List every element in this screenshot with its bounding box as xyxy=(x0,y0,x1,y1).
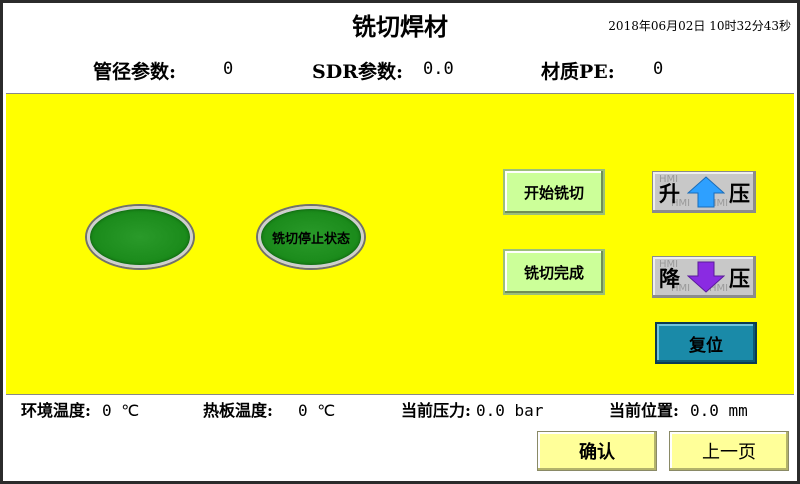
material-value: 0 xyxy=(653,59,664,79)
milling-status-lamp: 铣切停止状态 xyxy=(258,206,364,268)
lower-pressure-label: 压 xyxy=(729,266,750,291)
plate-temp-label: 热板温度: xyxy=(203,401,273,420)
sdr-value: 0.0 xyxy=(423,59,454,79)
milling-status-label: 铣切停止状态 xyxy=(271,231,350,247)
plate-temp-value: 0 ℃ xyxy=(298,401,336,420)
pressure-readout: 当前压力: 0.0 bar xyxy=(401,397,543,421)
position-label: 当前位置: xyxy=(609,401,679,420)
env-temp-value: 0 ℃ xyxy=(102,401,140,420)
confirm-label: 确认 xyxy=(579,442,615,463)
arrow-up-icon xyxy=(687,176,725,208)
pipe-diameter-value: 0 xyxy=(223,59,234,79)
pressure-value: 0.0 bar xyxy=(476,401,544,420)
lower-pressure-button[interactable]: HMI HMI HMI 降 压 xyxy=(652,256,756,298)
position-value: 0.0 mm xyxy=(690,401,748,420)
hmi-screen: 铣切焊材 2018年06月02日 10时32分43秒 管径参数: 0 SDR参数… xyxy=(3,3,797,481)
sdr-label: SDR参数: xyxy=(312,61,404,83)
lower-label: 降 xyxy=(659,266,680,291)
datetime-display: 2018年06月02日 10时32分43秒 xyxy=(608,19,791,33)
raise-pressure-label: 压 xyxy=(729,181,750,206)
raise-pressure-button[interactable]: HMI HMI HMI 升 压 xyxy=(652,171,756,213)
start-milling-button[interactable]: 开始铣切 xyxy=(503,169,605,215)
pressure-label: 当前压力: xyxy=(401,401,471,420)
reset-button[interactable]: 复位 xyxy=(655,322,757,364)
raise-label: 升 xyxy=(659,181,680,206)
env-temp-label: 环境温度: xyxy=(21,401,91,420)
material-label: 材质PE: xyxy=(541,61,615,83)
milling-done-button[interactable]: 铣切完成 xyxy=(503,249,605,295)
pipe-diameter-label: 管径参数: xyxy=(93,61,177,83)
previous-page-button[interactable]: 上一页 xyxy=(669,431,789,471)
control-panel: 铣切停止状态 开始铣切 铣切完成 HMI HMI HMI 升 压 HMI HMI… xyxy=(6,93,794,395)
env-temp-readout: 环境温度: 0 ℃ xyxy=(21,397,139,421)
plate-temp-readout: 热板温度: 0 ℃ xyxy=(203,397,335,421)
position-readout: 当前位置: 0.0 mm xyxy=(609,397,748,421)
confirm-button[interactable]: 确认 xyxy=(537,431,657,471)
arrow-down-icon xyxy=(687,261,725,293)
indicator-lamp-left xyxy=(87,206,193,268)
